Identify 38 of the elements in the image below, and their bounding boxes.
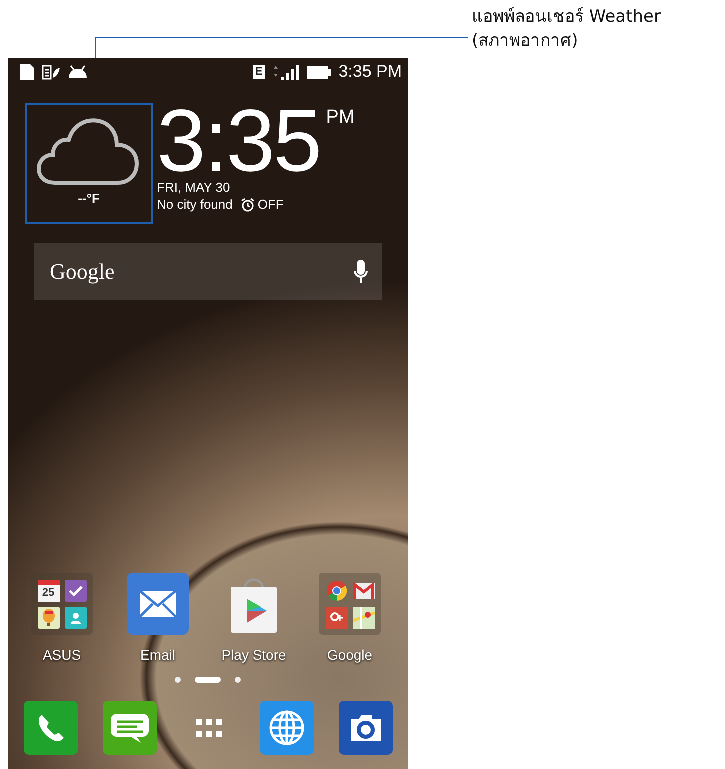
clock-ampm: PM <box>326 107 355 129</box>
camera-icon[interactable] <box>339 701 393 755</box>
chat-bubble-icon[interactable] <box>102 701 157 755</box>
search-label: Google <box>50 258 115 284</box>
alarm-status: OFF <box>258 197 284 212</box>
temperature-text: --°F <box>78 191 100 206</box>
app-label[interactable]: Play Store <box>222 647 286 663</box>
signal-icon <box>272 64 299 80</box>
calendar-icon: 25 <box>38 580 60 602</box>
chrome-icon <box>326 580 348 602</box>
phone-icon[interactable] <box>24 701 78 755</box>
search-bar[interactable]: Google <box>34 243 382 300</box>
contact-icon <box>64 606 86 628</box>
callout-label: แอพพ์ลอนเชอร์ Weather (สภาพอากาศ) <box>472 6 661 53</box>
cloud-icon <box>37 117 141 187</box>
clock-time: 3:35 <box>157 103 320 179</box>
app-folder[interactable]: 25 <box>31 573 93 635</box>
app-label[interactable]: ASUS <box>42 647 82 663</box>
network-type: E <box>253 65 265 79</box>
map-icon <box>352 606 374 628</box>
sd-card-icon <box>20 64 34 80</box>
status-time: 3:35 PM <box>338 62 402 82</box>
email-icon[interactable] <box>127 573 189 635</box>
city-text: No city found <box>157 196 233 213</box>
date-text: FRI, MAY 30 <box>157 179 232 196</box>
plus-icon <box>326 606 348 628</box>
checkmark-icon <box>64 580 86 602</box>
balloon-icon <box>38 606 60 628</box>
app-label[interactable]: Google <box>327 647 373 663</box>
battery-leaf-icon <box>42 64 60 80</box>
globe-icon[interactable] <box>260 701 314 755</box>
app-folder[interactable] <box>319 573 381 635</box>
alarm-clock-icon <box>240 198 255 212</box>
mail-icon <box>352 580 374 602</box>
android-icon <box>68 65 88 79</box>
microphone-icon[interactable] <box>354 260 368 284</box>
battery-icon <box>306 65 331 79</box>
weather-widget[interactable]: --°F <box>25 103 153 224</box>
